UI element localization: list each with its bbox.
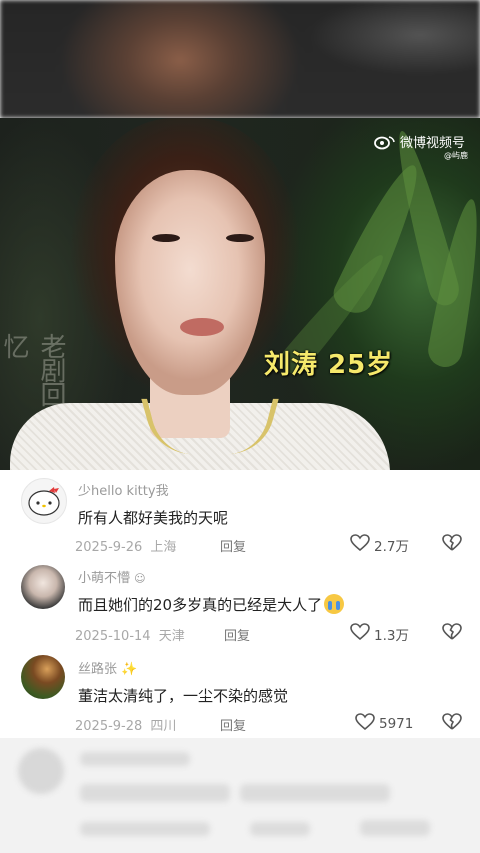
comment-location: 四川 [150,719,177,734]
broken-heart-icon [442,623,462,645]
video-player[interactable]: 老剧回忆 刘涛 25岁 [0,118,480,470]
comment-location: 上海 [150,540,177,555]
broken-heart-icon [442,534,462,556]
blurred-avatar [18,748,64,794]
comment-meta: 2025-9-26 上海 [75,536,176,555]
blurred-background-top [0,0,480,118]
avatar[interactable] [21,478,67,524]
weibo-watermark: 微博视频号 [374,132,465,151]
heart-icon [355,713,375,735]
broken-heart-icon [442,713,462,735]
calligraphy-watermark: 老剧回忆 [0,333,66,405]
avatar[interactable] [21,565,65,609]
person-lips [180,318,224,336]
comment-date: 2025-10-14 [75,629,151,644]
comment-text: 董洁太清纯了，一尘不染的感觉 [78,687,289,705]
comment-username[interactable]: 少hello kitty我 [78,480,169,499]
comment-username-text: 小萌不懵 [78,571,131,586]
comment-text-body: 而且她们的20多岁真的已经是大人了 [78,596,323,614]
like-count: 2.7万 [374,539,409,555]
dislike-button[interactable] [442,623,462,646]
comment-item[interactable]: 少hello kitty我 所有人都好美我的天呢 2025-9-26 上海 回复… [0,470,480,560]
sparkle-icon: ✨ [121,662,138,677]
dislike-button[interactable] [442,713,462,736]
blurred-text [80,822,210,836]
like-button[interactable]: 2.7万 [350,534,409,556]
heart-icon [350,623,370,645]
person-eye [152,234,180,242]
reply-button[interactable]: 回复 [224,625,250,644]
weibo-watermark-handle: @屿鹿 [444,151,468,160]
comment-text: 所有人都好美我的天呢 [78,509,229,527]
comment-date: 2025-9-28 [75,719,143,734]
comment-date: 2025-9-26 [75,540,143,555]
weibo-watermark-text: 微博视频号 [400,136,466,151]
comment-username[interactable]: 丝路张 ✨ [78,658,137,677]
dislike-button[interactable] [442,534,462,557]
avatar[interactable] [21,655,65,699]
blurred-text [240,784,390,802]
like-button[interactable]: 5971 [355,713,413,735]
person-eye [226,234,254,242]
like-count: 1.3万 [374,628,409,644]
comment-item[interactable]: 丝路张 ✨ 董洁太清纯了，一尘不染的感觉 2025-9-28 四川 回复 597… [0,652,480,742]
reply-button[interactable]: 回复 [220,536,246,555]
comment-username-text: 丝路张 [78,662,118,677]
blurred-text [80,752,190,766]
like-count: 5971 [379,716,414,732]
comment-meta: 2025-10-14 天津 [75,625,185,644]
blurred-text [250,822,310,836]
reply-button[interactable]: 回复 [220,715,246,734]
crying-emoji-icon [324,594,345,614]
video-caption: 刘涛 25岁 [264,350,394,380]
weibo-eye-icon [374,134,396,150]
heart-icon [350,534,370,556]
comment-meta: 2025-9-28 四川 [75,715,176,734]
comment-location: 天津 [158,629,185,644]
like-button[interactable]: 1.3万 [350,623,409,645]
comment-text: 而且她们的20多岁真的已经是大人了 [78,594,345,615]
comment-username[interactable]: 小萌不懵 ☺ [78,567,146,586]
blurred-text [80,784,230,802]
blurred-text [360,820,430,836]
comment-item[interactable]: 小萌不懵 ☺ 而且她们的20多岁真的已经是大人了 2025-10-14 天津 回… [0,560,480,650]
ok-hand-icon: ☺ [134,572,146,585]
